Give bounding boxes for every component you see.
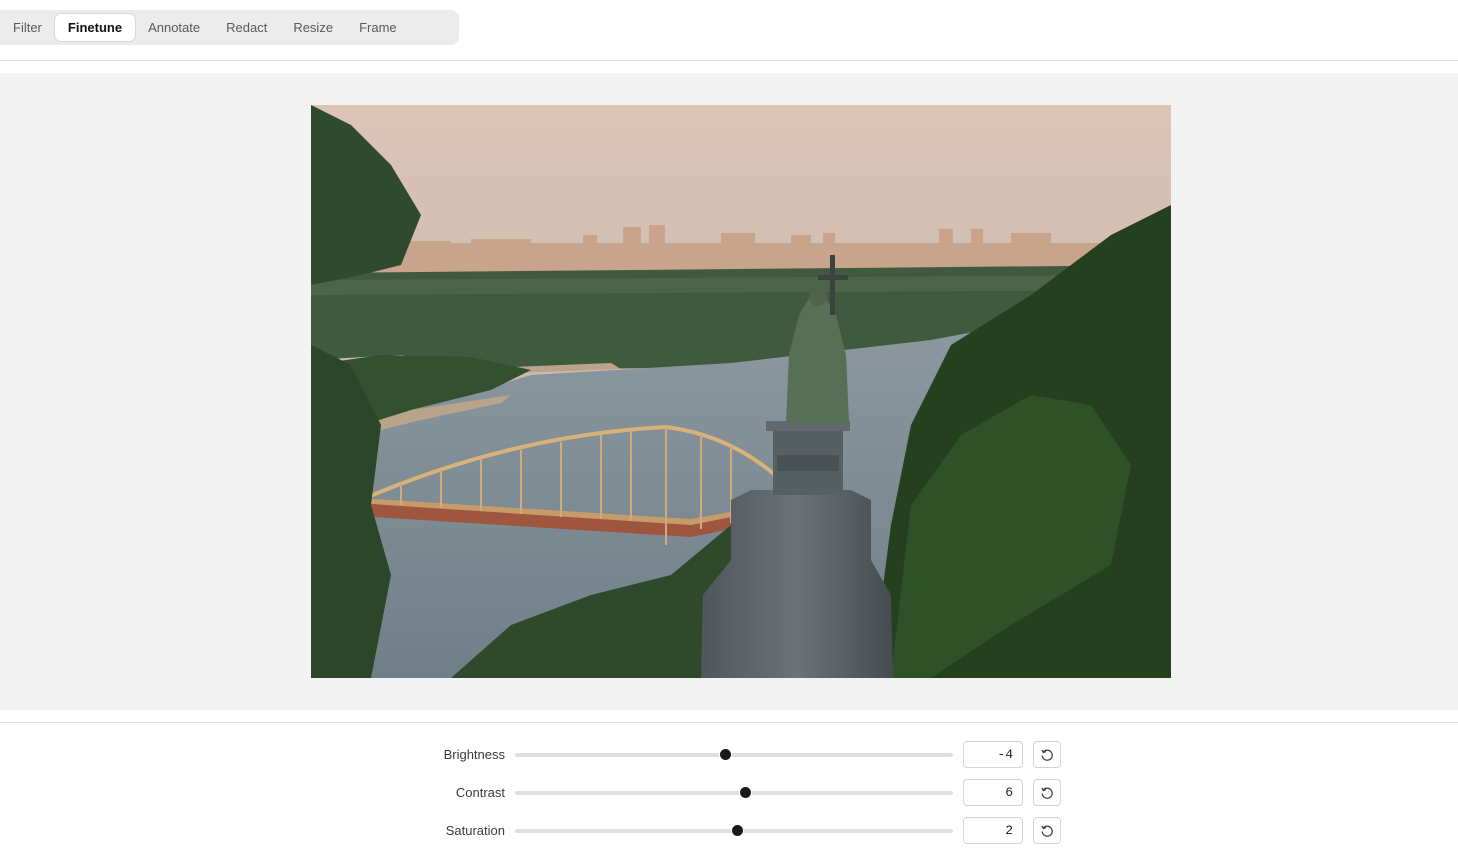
editor-toolbar: Filter Finetune Annotate Redact Resize F… xyxy=(0,0,1458,61)
image-canvas xyxy=(0,73,1458,710)
reset-icon xyxy=(1041,825,1053,837)
bottom-divider xyxy=(0,722,1458,723)
saturation-label: Saturation xyxy=(445,823,505,838)
brightness-label: Brightness xyxy=(443,747,505,762)
tab-annotate[interactable]: Annotate xyxy=(135,14,213,41)
contrast-control: Contrast 6 xyxy=(0,779,1458,807)
brightness-control: Brightness -4 xyxy=(0,741,1458,769)
contrast-value-input[interactable]: 6 xyxy=(963,779,1023,806)
contrast-slider-thumb[interactable] xyxy=(739,786,753,799)
tab-redact[interactable]: Redact xyxy=(213,14,280,41)
saturation-slider[interactable] xyxy=(515,824,953,837)
tab-filter[interactable]: Filter xyxy=(0,14,55,41)
brightness-reset-button[interactable] xyxy=(1033,741,1061,768)
photo-illustration xyxy=(311,105,1171,678)
saturation-slider-thumb[interactable] xyxy=(731,824,744,837)
brightness-slider-thumb[interactable] xyxy=(718,748,732,761)
tab-resize[interactable]: Resize xyxy=(280,14,346,41)
tab-finetune[interactable]: Finetune xyxy=(54,14,136,41)
edited-photo[interactable] xyxy=(311,105,1171,678)
brightness-value-input[interactable]: -4 xyxy=(963,741,1023,768)
tab-frame[interactable]: Frame xyxy=(346,14,410,41)
saturation-reset-button[interactable] xyxy=(1033,817,1061,844)
brightness-slider[interactable] xyxy=(515,748,953,761)
reset-icon xyxy=(1041,787,1053,799)
contrast-label: Contrast xyxy=(455,785,505,800)
contrast-reset-button[interactable] xyxy=(1033,779,1061,806)
saturation-value-input[interactable]: 2 xyxy=(963,817,1023,844)
reset-icon xyxy=(1041,749,1053,761)
saturation-control: Saturation 2 xyxy=(0,817,1458,845)
tool-tabs: Filter Finetune Annotate Redact Resize F… xyxy=(0,10,459,45)
contrast-slider[interactable] xyxy=(515,786,953,799)
